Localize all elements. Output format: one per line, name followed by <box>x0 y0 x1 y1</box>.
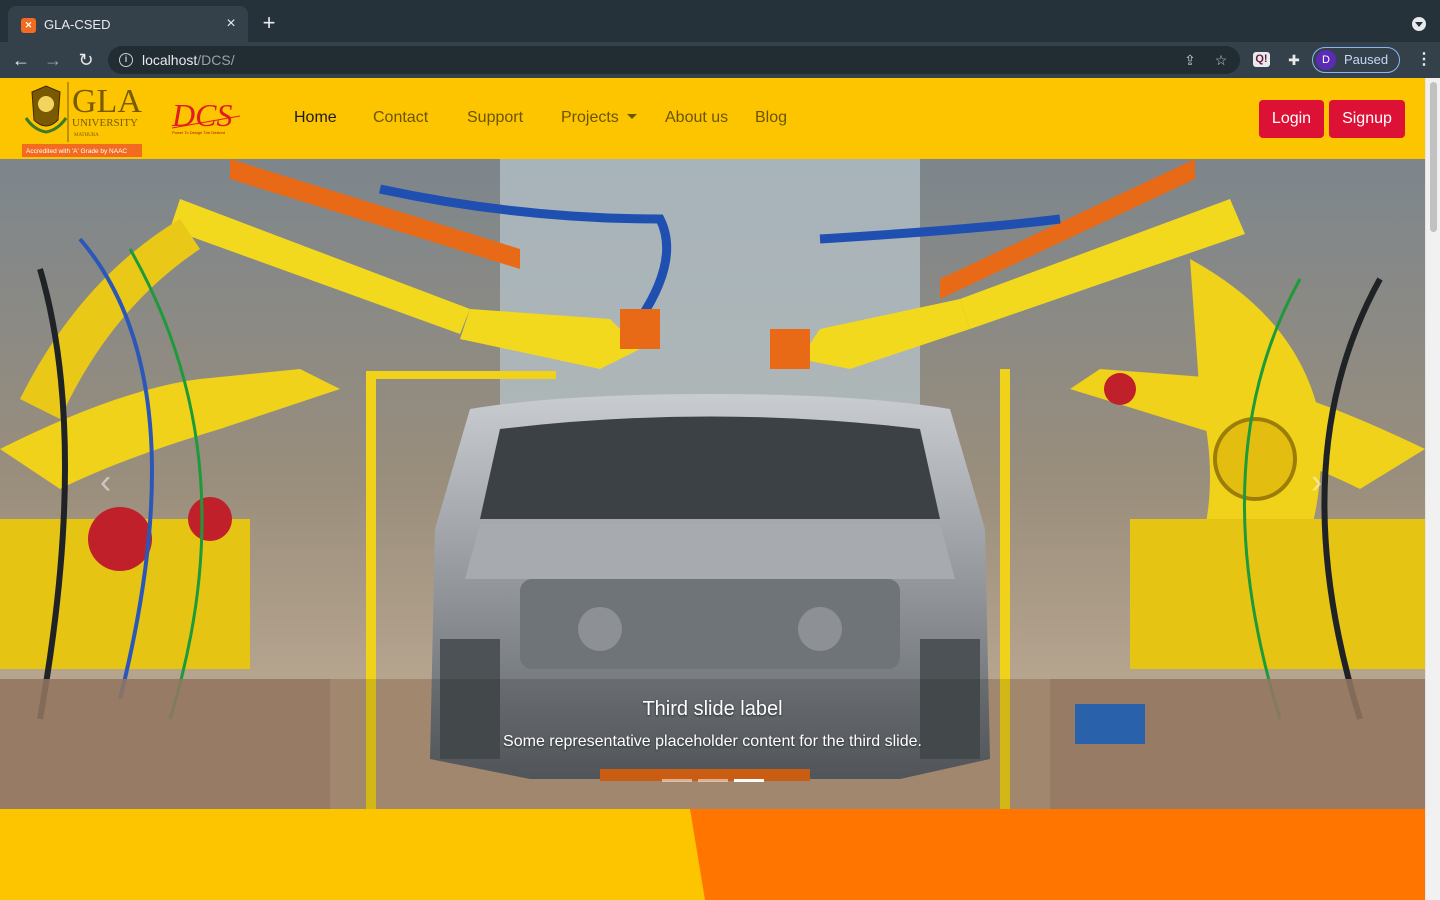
carousel-next-icon[interactable]: › <box>1311 464 1329 500</box>
reload-icon[interactable]: ↻ <box>74 49 98 71</box>
scrollbar-thumb[interactable] <box>1430 82 1437 232</box>
nav-blog[interactable]: Blog <box>755 109 787 127</box>
dcs-tagline: Power To Design The Desired <box>172 130 225 135</box>
carousel-indicator-3[interactable] <box>734 779 764 782</box>
carousel-indicator-1[interactable] <box>662 779 692 782</box>
browser-toolbar: ← → ↻ i localhost/DCS/ ⇪ ☆ Q! ✚ D Paused… <box>0 42 1440 78</box>
carousel-indicator-2[interactable] <box>698 779 728 782</box>
browser-tab[interactable]: ✕ GLA-CSED × <box>8 6 248 44</box>
site-info-icon[interactable]: i <box>119 53 133 67</box>
back-icon[interactable]: ← <box>9 49 33 71</box>
tab-close-icon[interactable]: × <box>222 15 240 33</box>
gla-text: GLA <box>72 83 142 120</box>
nav-home[interactable]: Home <box>294 109 337 127</box>
share-icon[interactable]: ⇪ <box>1181 51 1199 69</box>
hero-carousel: ‹ › Third slide label Some representativ… <box>0 159 1425 809</box>
browser-tab-strip: ✕ GLA-CSED × + <box>0 0 1440 44</box>
address-bar[interactable]: i localhost/DCS/ ⇪ ☆ <box>108 46 1240 74</box>
gla-university-logo[interactable]: GLA UNIVERSITY MATHURA Accredited with '… <box>22 80 142 157</box>
url-text: localhost/DCS/ <box>142 52 235 68</box>
profile-button[interactable]: D Paused <box>1312 47 1400 73</box>
website-viewport: GLA UNIVERSITY MATHURA Accredited with '… <box>0 78 1425 900</box>
nav-projects-dropdown[interactable]: Projects <box>561 109 637 127</box>
university-text: UNIVERSITY <box>72 117 138 129</box>
profile-status: Paused <box>1344 52 1389 67</box>
xampp-favicon-icon: ✕ <box>21 18 36 33</box>
url-path: /DCS/ <box>197 52 235 68</box>
section-color-band <box>0 809 1425 900</box>
signup-button[interactable]: Signup <box>1329 100 1405 138</box>
caret-down-icon <box>626 114 637 119</box>
browser-menu-icon[interactable]: ⋮ <box>1416 51 1432 69</box>
login-button[interactable]: Login <box>1259 100 1324 138</box>
carousel-caption-text: Some representative placeholder content … <box>503 733 922 750</box>
dcs-logo-text: DCS <box>171 97 232 133</box>
bookmark-star-icon[interactable]: ☆ <box>1212 51 1230 69</box>
forward-icon[interactable]: → <box>41 49 65 71</box>
nav-projects-label: Projects <box>561 109 619 126</box>
extensions-puzzle-icon[interactable]: ✚ <box>1285 51 1303 69</box>
mathura-text: MATHURA <box>74 133 99 138</box>
page-scrollbar[interactable] <box>1425 78 1440 900</box>
avatar: D <box>1316 50 1336 70</box>
new-tab-icon[interactable]: + <box>258 12 280 34</box>
url-host: localhost <box>142 52 198 68</box>
accredited-text: Accredited with 'A' Grade by NAAC <box>26 148 127 155</box>
carousel-prev-icon[interactable]: ‹ <box>100 464 118 500</box>
nav-about-us[interactable]: About us <box>665 109 728 127</box>
nav-contact[interactable]: Contact <box>373 109 428 127</box>
tab-title: GLA-CSED <box>44 17 111 32</box>
tab-search-icon[interactable] <box>1412 17 1426 31</box>
nav-support[interactable]: Support <box>467 109 523 127</box>
carousel-caption-title: Third slide label <box>642 698 783 720</box>
site-navbar: GLA UNIVERSITY MATHURA Accredited with '… <box>0 78 1425 159</box>
extension-q-icon[interactable]: Q! <box>1253 52 1270 67</box>
dcs-logo[interactable]: DCS Power To Design The Desired <box>170 96 242 138</box>
